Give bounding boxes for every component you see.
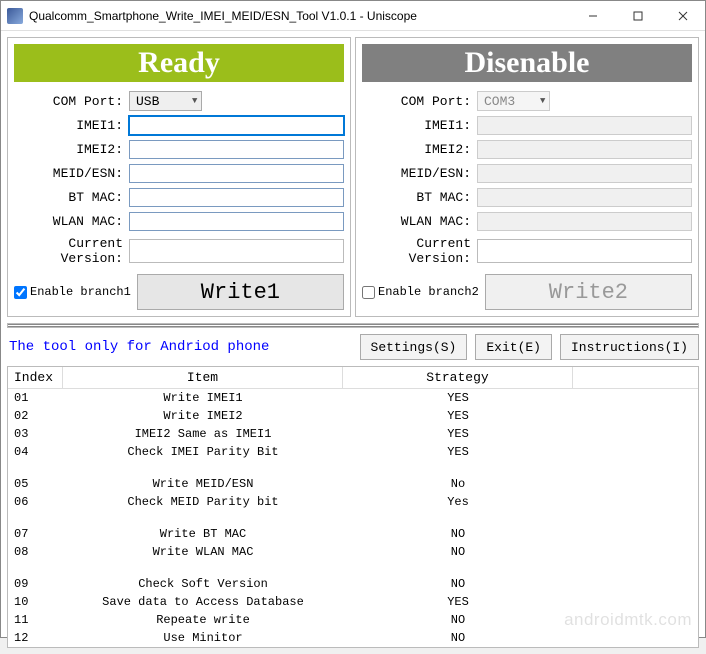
branch2-panel: Disenable COM Port: COM3 ▼ IMEI1: bbox=[355, 37, 699, 317]
chevron-down-icon: ▼ bbox=[540, 96, 545, 106]
branch1-panel: Ready COM Port: USB ▼ IMEI1: IMEI bbox=[7, 37, 351, 317]
col-pad-header bbox=[573, 367, 698, 388]
branch1-meid-esn-input[interactable] bbox=[129, 164, 344, 183]
chevron-down-icon: ▼ bbox=[192, 96, 197, 106]
branch1-bt-mac-input[interactable] bbox=[129, 188, 344, 207]
branch1-imei1-input[interactable] bbox=[129, 116, 344, 135]
table-body: 01Write IMEI1YES02Write IMEI2YES03IMEI2 … bbox=[8, 389, 698, 647]
branch2-com-port-combo: COM3 ▼ bbox=[477, 91, 550, 111]
meid-esn-label: MEID/ESN: bbox=[14, 166, 129, 181]
bt-mac-label-2: BT MAC: bbox=[362, 190, 477, 205]
branch1-current-version bbox=[129, 239, 344, 263]
table-row[interactable]: 12Use MinitorNO bbox=[8, 629, 698, 647]
bt-mac-label: BT MAC: bbox=[14, 190, 129, 205]
table-row[interactable]: 05Write MEID/ESNNo bbox=[8, 475, 698, 493]
wlan-mac-label: WLAN MAC: bbox=[14, 214, 129, 229]
exit-button[interactable]: Exit(E) bbox=[475, 334, 552, 360]
col-strategy-header[interactable]: Strategy bbox=[343, 367, 573, 388]
table-header: Index Item Strategy bbox=[8, 367, 698, 389]
meid-esn-label-2: MEID/ESN: bbox=[362, 166, 477, 181]
content: Ready COM Port: USB ▼ IMEI1: IMEI bbox=[1, 31, 705, 654]
enable-branch1-checkbox[interactable]: Enable branch1 bbox=[14, 285, 131, 299]
watermark: androidmtk.com bbox=[564, 610, 692, 630]
table-row[interactable]: 08Write WLAN MACNO bbox=[8, 543, 698, 561]
write1-button[interactable]: Write1 bbox=[137, 274, 344, 310]
imei1-label-2: IMEI1: bbox=[362, 118, 477, 133]
panels: Ready COM Port: USB ▼ IMEI1: IMEI bbox=[7, 37, 699, 317]
instructions-button[interactable]: Instructions(I) bbox=[560, 334, 699, 360]
imei1-label: IMEI1: bbox=[14, 118, 129, 133]
table-row[interactable]: 07Write BT MACNO bbox=[8, 525, 698, 543]
table-row[interactable]: 01Write IMEI1YES bbox=[8, 389, 698, 407]
minimize-button[interactable] bbox=[570, 1, 615, 31]
imei2-label-2: IMEI2: bbox=[362, 142, 477, 157]
titlebar: Qualcomm_Smartphone_Write_IMEI_MEID/ESN_… bbox=[1, 1, 705, 31]
branch1-imei2-input[interactable] bbox=[129, 140, 344, 159]
table-row[interactable]: 04Check IMEI Parity BitYES bbox=[8, 443, 698, 461]
write2-button: Write2 bbox=[485, 274, 692, 310]
current-version-label: Current Version: bbox=[14, 236, 129, 266]
col-index-header[interactable]: Index bbox=[8, 367, 63, 388]
divider bbox=[7, 323, 699, 328]
current-version-label-2: Current Version: bbox=[362, 236, 477, 266]
table-row[interactable]: 02Write IMEI2YES bbox=[8, 407, 698, 425]
branch2-bt-mac-input bbox=[477, 188, 692, 207]
enable-branch2-checkbox[interactable]: Enable branch2 bbox=[362, 285, 479, 299]
branch2-meid-esn-input bbox=[477, 164, 692, 183]
branch2-imei2-input bbox=[477, 140, 692, 159]
col-item-header[interactable]: Item bbox=[63, 367, 343, 388]
table-row[interactable]: 06Check MEID Parity bitYes bbox=[8, 493, 698, 511]
settings-button[interactable]: Settings(S) bbox=[360, 334, 468, 360]
branch1-status-banner: Ready bbox=[14, 44, 344, 82]
strategy-table: Index Item Strategy 01Write IMEI1YES02Wr… bbox=[7, 366, 699, 648]
table-row[interactable]: 03IMEI2 Same as IMEI1YES bbox=[8, 425, 698, 443]
branch1-com-port-combo[interactable]: USB ▼ bbox=[129, 91, 202, 111]
window-title: Qualcomm_Smartphone_Write_IMEI_MEID/ESN_… bbox=[29, 9, 570, 23]
close-button[interactable] bbox=[660, 1, 705, 31]
note-text: The tool only for Andriod phone bbox=[7, 339, 352, 355]
branch2-current-version bbox=[477, 239, 692, 263]
window-controls bbox=[570, 1, 705, 31]
midbar: The tool only for Andriod phone Settings… bbox=[7, 332, 699, 366]
table-row[interactable]: 09Check Soft VersionNO bbox=[8, 575, 698, 593]
window: Qualcomm_Smartphone_Write_IMEI_MEID/ESN_… bbox=[0, 0, 706, 638]
wlan-mac-label-2: WLAN MAC: bbox=[362, 214, 477, 229]
imei2-label: IMEI2: bbox=[14, 142, 129, 157]
com-port-label-2: COM Port: bbox=[362, 94, 477, 109]
branch2-wlan-mac-input bbox=[477, 212, 692, 231]
app-icon bbox=[7, 8, 23, 24]
branch1-wlan-mac-input[interactable] bbox=[129, 212, 344, 231]
com-port-label: COM Port: bbox=[14, 94, 129, 109]
branch2-status-banner: Disenable bbox=[362, 44, 692, 82]
maximize-button[interactable] bbox=[615, 1, 660, 31]
branch2-imei1-input bbox=[477, 116, 692, 135]
table-row[interactable]: 10Save data to Access DatabaseYES bbox=[8, 593, 698, 611]
